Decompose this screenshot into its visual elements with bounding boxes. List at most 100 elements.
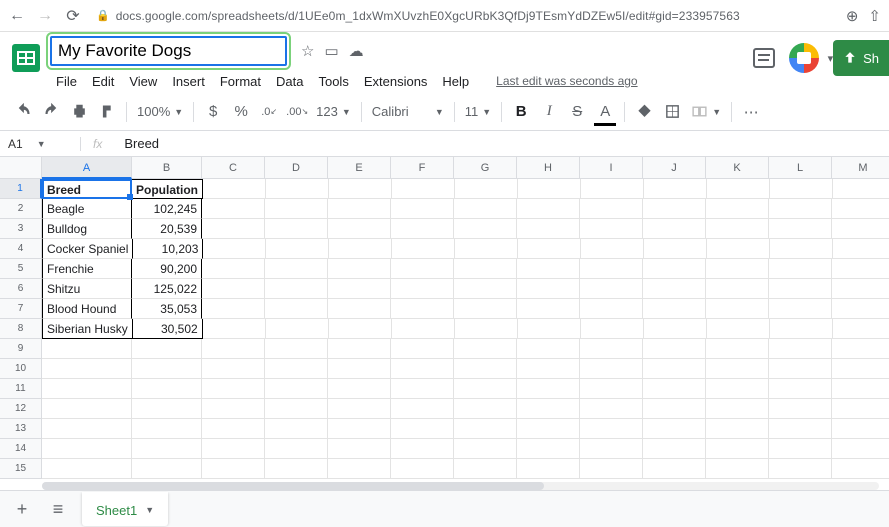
cell-M14[interactable] — [832, 439, 889, 459]
cell-A15[interactable] — [42, 459, 132, 479]
column-header-J[interactable]: J — [643, 157, 706, 179]
cell-F1[interactable] — [392, 179, 455, 199]
cell-C13[interactable] — [202, 419, 265, 439]
back-icon[interactable]: ← — [8, 7, 26, 25]
cell-F15[interactable] — [391, 459, 454, 479]
meet-icon[interactable] — [789, 43, 819, 73]
column-header-E[interactable]: E — [328, 157, 391, 179]
cell-A3[interactable]: Bulldog — [42, 219, 132, 239]
column-headers[interactable]: ABCDEFGHIJKLMN — [42, 157, 889, 179]
fill-color-button[interactable] — [631, 99, 657, 125]
cell-G1[interactable] — [455, 179, 518, 199]
cell-D13[interactable] — [265, 419, 328, 439]
cell-B1[interactable]: Population — [132, 179, 203, 199]
cell-E1[interactable] — [329, 179, 392, 199]
cell-J6[interactable] — [643, 279, 706, 299]
cell-C7[interactable] — [202, 299, 265, 319]
cell-E15[interactable] — [328, 459, 391, 479]
url-bar[interactable]: 🔒 docs.google.com/spreadsheets/d/1UEe0m_… — [92, 9, 836, 23]
cell-G12[interactable] — [454, 399, 517, 419]
cell-I13[interactable] — [580, 419, 643, 439]
cell-F5[interactable] — [391, 259, 454, 279]
cell-D15[interactable] — [265, 459, 328, 479]
cell-I11[interactable] — [580, 379, 643, 399]
cell-B15[interactable] — [132, 459, 202, 479]
cell-C12[interactable] — [202, 399, 265, 419]
cell-J8[interactable] — [644, 319, 707, 339]
column-header-L[interactable]: L — [769, 157, 832, 179]
more-formats-button[interactable]: 123▼ — [312, 104, 355, 119]
cell-K8[interactable] — [707, 319, 770, 339]
cell-J12[interactable] — [643, 399, 706, 419]
cell-J3[interactable] — [643, 219, 706, 239]
cell-H2[interactable] — [517, 199, 580, 219]
cell-I3[interactable] — [580, 219, 643, 239]
cell-H14[interactable] — [517, 439, 580, 459]
cell-L15[interactable] — [769, 459, 832, 479]
cell-G10[interactable] — [454, 359, 517, 379]
cell-E12[interactable] — [328, 399, 391, 419]
cell-I6[interactable] — [580, 279, 643, 299]
cell-K10[interactable] — [706, 359, 769, 379]
cell-F10[interactable] — [391, 359, 454, 379]
cell-C5[interactable] — [202, 259, 265, 279]
column-header-M[interactable]: M — [832, 157, 889, 179]
cell-D11[interactable] — [265, 379, 328, 399]
cell-E9[interactable] — [328, 339, 391, 359]
cell-I9[interactable] — [580, 339, 643, 359]
cell-H11[interactable] — [517, 379, 580, 399]
row-header-5[interactable]: 5 — [0, 259, 42, 279]
cell-H8[interactable] — [518, 319, 581, 339]
more-toolbar-icon[interactable]: ⋯ — [738, 99, 764, 125]
cell-I8[interactable] — [581, 319, 644, 339]
cell-G7[interactable] — [454, 299, 517, 319]
cell-G13[interactable] — [454, 419, 517, 439]
cell-H3[interactable] — [517, 219, 580, 239]
row-header-9[interactable]: 9 — [0, 339, 42, 359]
merge-button[interactable]: ▼ — [687, 103, 725, 120]
cell-C2[interactable] — [202, 199, 265, 219]
row-header-14[interactable]: 14 — [0, 439, 42, 459]
cell-I2[interactable] — [580, 199, 643, 219]
cell-A9[interactable] — [42, 339, 132, 359]
cell-C8[interactable] — [203, 319, 266, 339]
tab-sheet1[interactable]: Sheet1▼ — [82, 493, 168, 526]
cell-A6[interactable]: Shitzu — [42, 279, 132, 299]
cell-K15[interactable] — [706, 459, 769, 479]
cell-D1[interactable] — [266, 179, 329, 199]
cell-L13[interactable] — [769, 419, 832, 439]
row-header-1[interactable]: 1 — [0, 179, 42, 199]
cell-L8[interactable] — [770, 319, 833, 339]
cell-H12[interactable] — [517, 399, 580, 419]
redo-icon[interactable] — [38, 99, 64, 125]
bold-button[interactable]: B — [508, 99, 534, 125]
cell-K4[interactable] — [707, 239, 770, 259]
zoom-select[interactable]: 100%▼ — [133, 104, 187, 119]
cell-H7[interactable] — [517, 299, 580, 319]
cell-D5[interactable] — [265, 259, 328, 279]
cell-B9[interactable] — [132, 339, 202, 359]
cell-E11[interactable] — [328, 379, 391, 399]
cell-I5[interactable] — [580, 259, 643, 279]
menu-extensions[interactable]: Extensions — [358, 70, 434, 93]
cell-G15[interactable] — [454, 459, 517, 479]
cell-G6[interactable] — [454, 279, 517, 299]
cell-A12[interactable] — [42, 399, 132, 419]
cell-F7[interactable] — [391, 299, 454, 319]
name-box[interactable]: A1▼ — [0, 137, 80, 151]
cell-K13[interactable] — [706, 419, 769, 439]
cell-B11[interactable] — [132, 379, 202, 399]
menu-view[interactable]: View — [123, 70, 163, 93]
cell-F6[interactable] — [391, 279, 454, 299]
cell-G4[interactable] — [455, 239, 518, 259]
paint-format-icon[interactable] — [94, 99, 120, 125]
cell-D10[interactable] — [265, 359, 328, 379]
cell-M3[interactable] — [832, 219, 889, 239]
cell-E2[interactable] — [328, 199, 391, 219]
cell-E14[interactable] — [328, 439, 391, 459]
cell-E4[interactable] — [329, 239, 392, 259]
cell-C1[interactable] — [203, 179, 266, 199]
cell-M11[interactable] — [832, 379, 889, 399]
menu-file[interactable]: File — [50, 70, 83, 93]
cell-M2[interactable] — [832, 199, 889, 219]
